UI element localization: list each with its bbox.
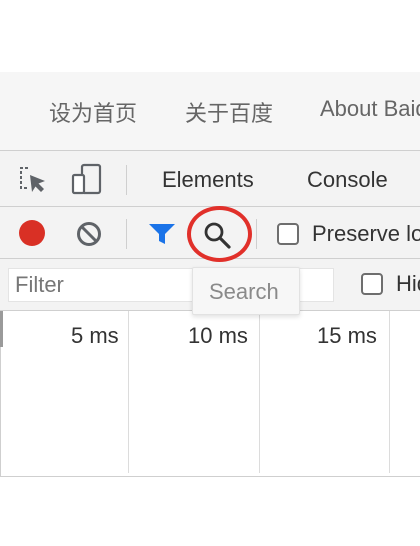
clear-icon[interactable] [75,220,103,248]
tab-console[interactable]: Console [307,167,388,193]
nav-link-about-baidu-cn[interactable]: 关于百度 [185,96,273,128]
search-tooltip: Search [192,267,300,315]
timeline-tick-label: 15 ms [317,323,377,348]
network-overview-timeline[interactable]: 5 ms 10 ms 15 ms [0,311,420,477]
timeline-left-marker [0,311,3,347]
timeline-left-border [0,347,1,477]
timeline-gridline [128,311,129,473]
tabbar-separator [126,165,127,195]
hide-data-urls-checkbox[interactable] [361,273,383,295]
nav-link-about-baidu-en[interactable]: About Baidu [320,96,420,122]
page-top-blank [0,0,420,72]
hide-data-urls-label: Hide data URLs [396,271,420,296]
timeline-gridline [259,311,260,473]
device-toolbar-icon[interactable] [70,163,104,197]
toolbar-separator-1 [126,219,127,249]
record-button-icon[interactable] [19,220,45,246]
devtools-tabbar: Elements Console [0,151,420,207]
devtools-panel: Elements Console Preserve log Hide data … [0,150,420,546]
inspect-element-icon[interactable] [18,165,48,195]
preserve-log-checkbox[interactable] [277,223,299,245]
timeline-gridline [389,311,390,473]
network-toolbar: Preserve log [0,207,420,259]
baidu-top-nav: 设为首页 关于百度 About Baidu [0,72,420,150]
preserve-log-label: Preserve log [312,221,420,246]
timeline-tick-label: 10 ms [188,323,248,348]
tab-elements[interactable]: Elements [162,167,254,193]
timeline-tick-label: 5 ms [71,323,119,348]
filter-icon[interactable] [147,221,177,247]
nav-link-set-homepage[interactable]: 设为首页 [49,96,137,128]
search-icon[interactable] [202,220,232,250]
toolbar-separator-2 [256,219,257,249]
search-tooltip-text: Search [209,279,279,304]
